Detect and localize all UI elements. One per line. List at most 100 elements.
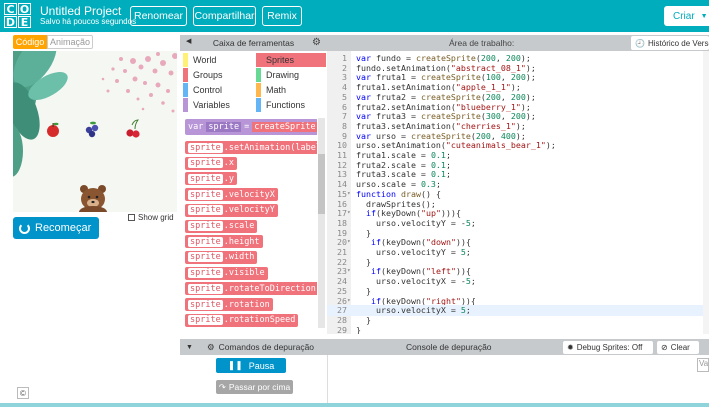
reset-button[interactable]: Recomeçar (13, 217, 99, 239)
pause-button[interactable]: ❚❚ Pausa (216, 358, 286, 373)
code-token: } (356, 324, 361, 334)
category-swatch (256, 53, 261, 67)
code-token: } (356, 227, 371, 238)
code-token: 200 (510, 111, 526, 122)
debug-sprites-label: Debug Sprites: Off (576, 343, 643, 352)
version-history-button[interactable]: 🕘 Histórico de Versões (631, 36, 709, 50)
logo-letter: D (4, 15, 17, 29)
code-token: "cherries_1" (455, 120, 516, 131)
tab-animation[interactable]: Animação (47, 35, 93, 49)
block-member: .velocityX (223, 189, 275, 200)
block-object: sprite (188, 315, 223, 326)
code-token: fruta2.setAnimation( (356, 101, 456, 112)
top-bar: C O D E Untitled Project Salvo há poucos… (0, 0, 709, 32)
share-button[interactable]: Compartilhar (193, 6, 256, 26)
code-logo[interactable]: C O D E (4, 3, 32, 30)
category-label: World (193, 55, 217, 65)
category-math[interactable]: Math (256, 83, 326, 97)
editor-scrollbar[interactable] (703, 51, 709, 334)
debug-commands-header[interactable]: ▼ ⚙ Comandos de depuração (180, 339, 327, 355)
step-over-button[interactable]: ↷ Passar por cima (216, 380, 293, 394)
toolbox-categories: World Sprites Groups Drawing Control Mat… (183, 53, 326, 113)
debug-sprites-button[interactable]: ✹ Debug Sprites: Off (563, 341, 653, 354)
tab-code[interactable]: Código (13, 35, 47, 49)
chevron-down-icon[interactable]: ▼ (186, 344, 193, 351)
code-token: (keyDown( (376, 208, 421, 219)
toolbox-scrollbar[interactable] (318, 118, 325, 328)
sprite-block[interactable]: sprite .scale (185, 219, 258, 233)
sprite-block[interactable]: sprite .visible (185, 266, 268, 280)
show-grid-checkbox[interactable] (128, 214, 135, 221)
clear-console-button[interactable]: ⊘ Clear (657, 341, 699, 354)
debug-commands-title: Comandos de depuração (218, 342, 315, 352)
code-line[interactable]: 29} (327, 325, 709, 334)
code-token: ); (545, 140, 556, 151)
code-token: ; (470, 276, 476, 287)
code-token: 200 (510, 91, 526, 102)
create-dropdown[interactable]: Criar ▼ (664, 6, 709, 26)
code-token: urso.velocityX = (356, 305, 461, 316)
sprite-block[interactable]: sprite .height (185, 235, 263, 249)
code-token: function (356, 188, 396, 199)
category-functions[interactable]: Functions (256, 98, 326, 112)
code-token: fruta3.setAnimation( (356, 120, 456, 131)
game-stage[interactable] (13, 51, 177, 212)
sprite-block[interactable]: sprite .width (185, 250, 258, 264)
sprite-block[interactable]: sprite .rotation (185, 298, 273, 311)
block-object: sprite (188, 189, 223, 200)
block-member: .velocityY (223, 205, 275, 216)
code-token: 400 (500, 130, 516, 141)
sprite-block[interactable]: sprite .y (185, 172, 237, 186)
category-swatch (183, 53, 188, 67)
code-token: draw (400, 188, 421, 199)
block-object: sprite (188, 142, 223, 153)
code-token: "apple_1_1" (455, 82, 511, 93)
copyright-button[interactable]: © (17, 387, 29, 399)
code-token: if (371, 295, 381, 306)
category-groups[interactable]: Groups (183, 68, 253, 82)
code-token: )){ (455, 237, 471, 248)
category-drawing[interactable]: Drawing (256, 68, 326, 82)
code-token: ; (445, 150, 451, 160)
block-object: sprite (188, 283, 223, 294)
toolbox-title: Caixa de ferramentas (212, 38, 295, 48)
code-token: "down" (425, 237, 456, 248)
pause-icon: ❚❚ (227, 360, 243, 370)
code-token: ))){ (440, 208, 461, 219)
var-create-sprite-block[interactable]: var sprite = createSprite( (185, 119, 317, 135)
code-token: } (356, 256, 371, 267)
sprite-block[interactable]: sprite .x (185, 156, 237, 170)
block-object: sprite (188, 205, 223, 216)
code-editor[interactable]: 1 var fundo = createSprite(200, 200); 2 fun… (327, 51, 709, 334)
category-variables[interactable]: Variables (183, 98, 253, 112)
code-token: 0.3 (420, 179, 436, 190)
block-member: .width (223, 252, 255, 263)
sprite-block[interactable]: sprite .velocityY (185, 203, 278, 217)
collapse-left-icon[interactable]: ◀ (186, 37, 191, 45)
code-token: urso.setAnimation( (356, 140, 446, 151)
code-token: () { (420, 188, 441, 199)
bear-sprite (79, 185, 107, 212)
sprite-block[interactable]: sprite .setAnimation(label) (185, 141, 317, 154)
sprite-block[interactable]: sprite .velocityX (185, 188, 278, 202)
category-sprites[interactable]: Sprites (256, 53, 326, 67)
console-input[interactable]: Va (697, 358, 709, 372)
code-token: ; (465, 305, 471, 316)
show-grid-toggle[interactable]: Show grid (128, 213, 174, 222)
rename-button[interactable]: Renomear (130, 6, 187, 26)
category-control[interactable]: Control (183, 83, 253, 97)
code-token: createSprite (415, 53, 476, 63)
gear-icon[interactable]: ⚙ (312, 37, 321, 48)
sprite-block[interactable]: sprite .rotationSpeed (185, 313, 299, 327)
remix-button[interactable]: Remix (262, 6, 302, 26)
sprite-block[interactable]: sprite .rotateToDirection (185, 282, 317, 296)
code-token: 0.1 (430, 150, 446, 160)
category-world[interactable]: World (183, 53, 253, 67)
code-token: )){ (455, 266, 471, 277)
code-token: , (500, 91, 511, 102)
scrollbar-thumb[interactable] (318, 154, 325, 214)
pause-label: Pausa (248, 360, 275, 371)
bug-icon: ⚙ (206, 341, 215, 352)
code-token: if (366, 208, 376, 219)
